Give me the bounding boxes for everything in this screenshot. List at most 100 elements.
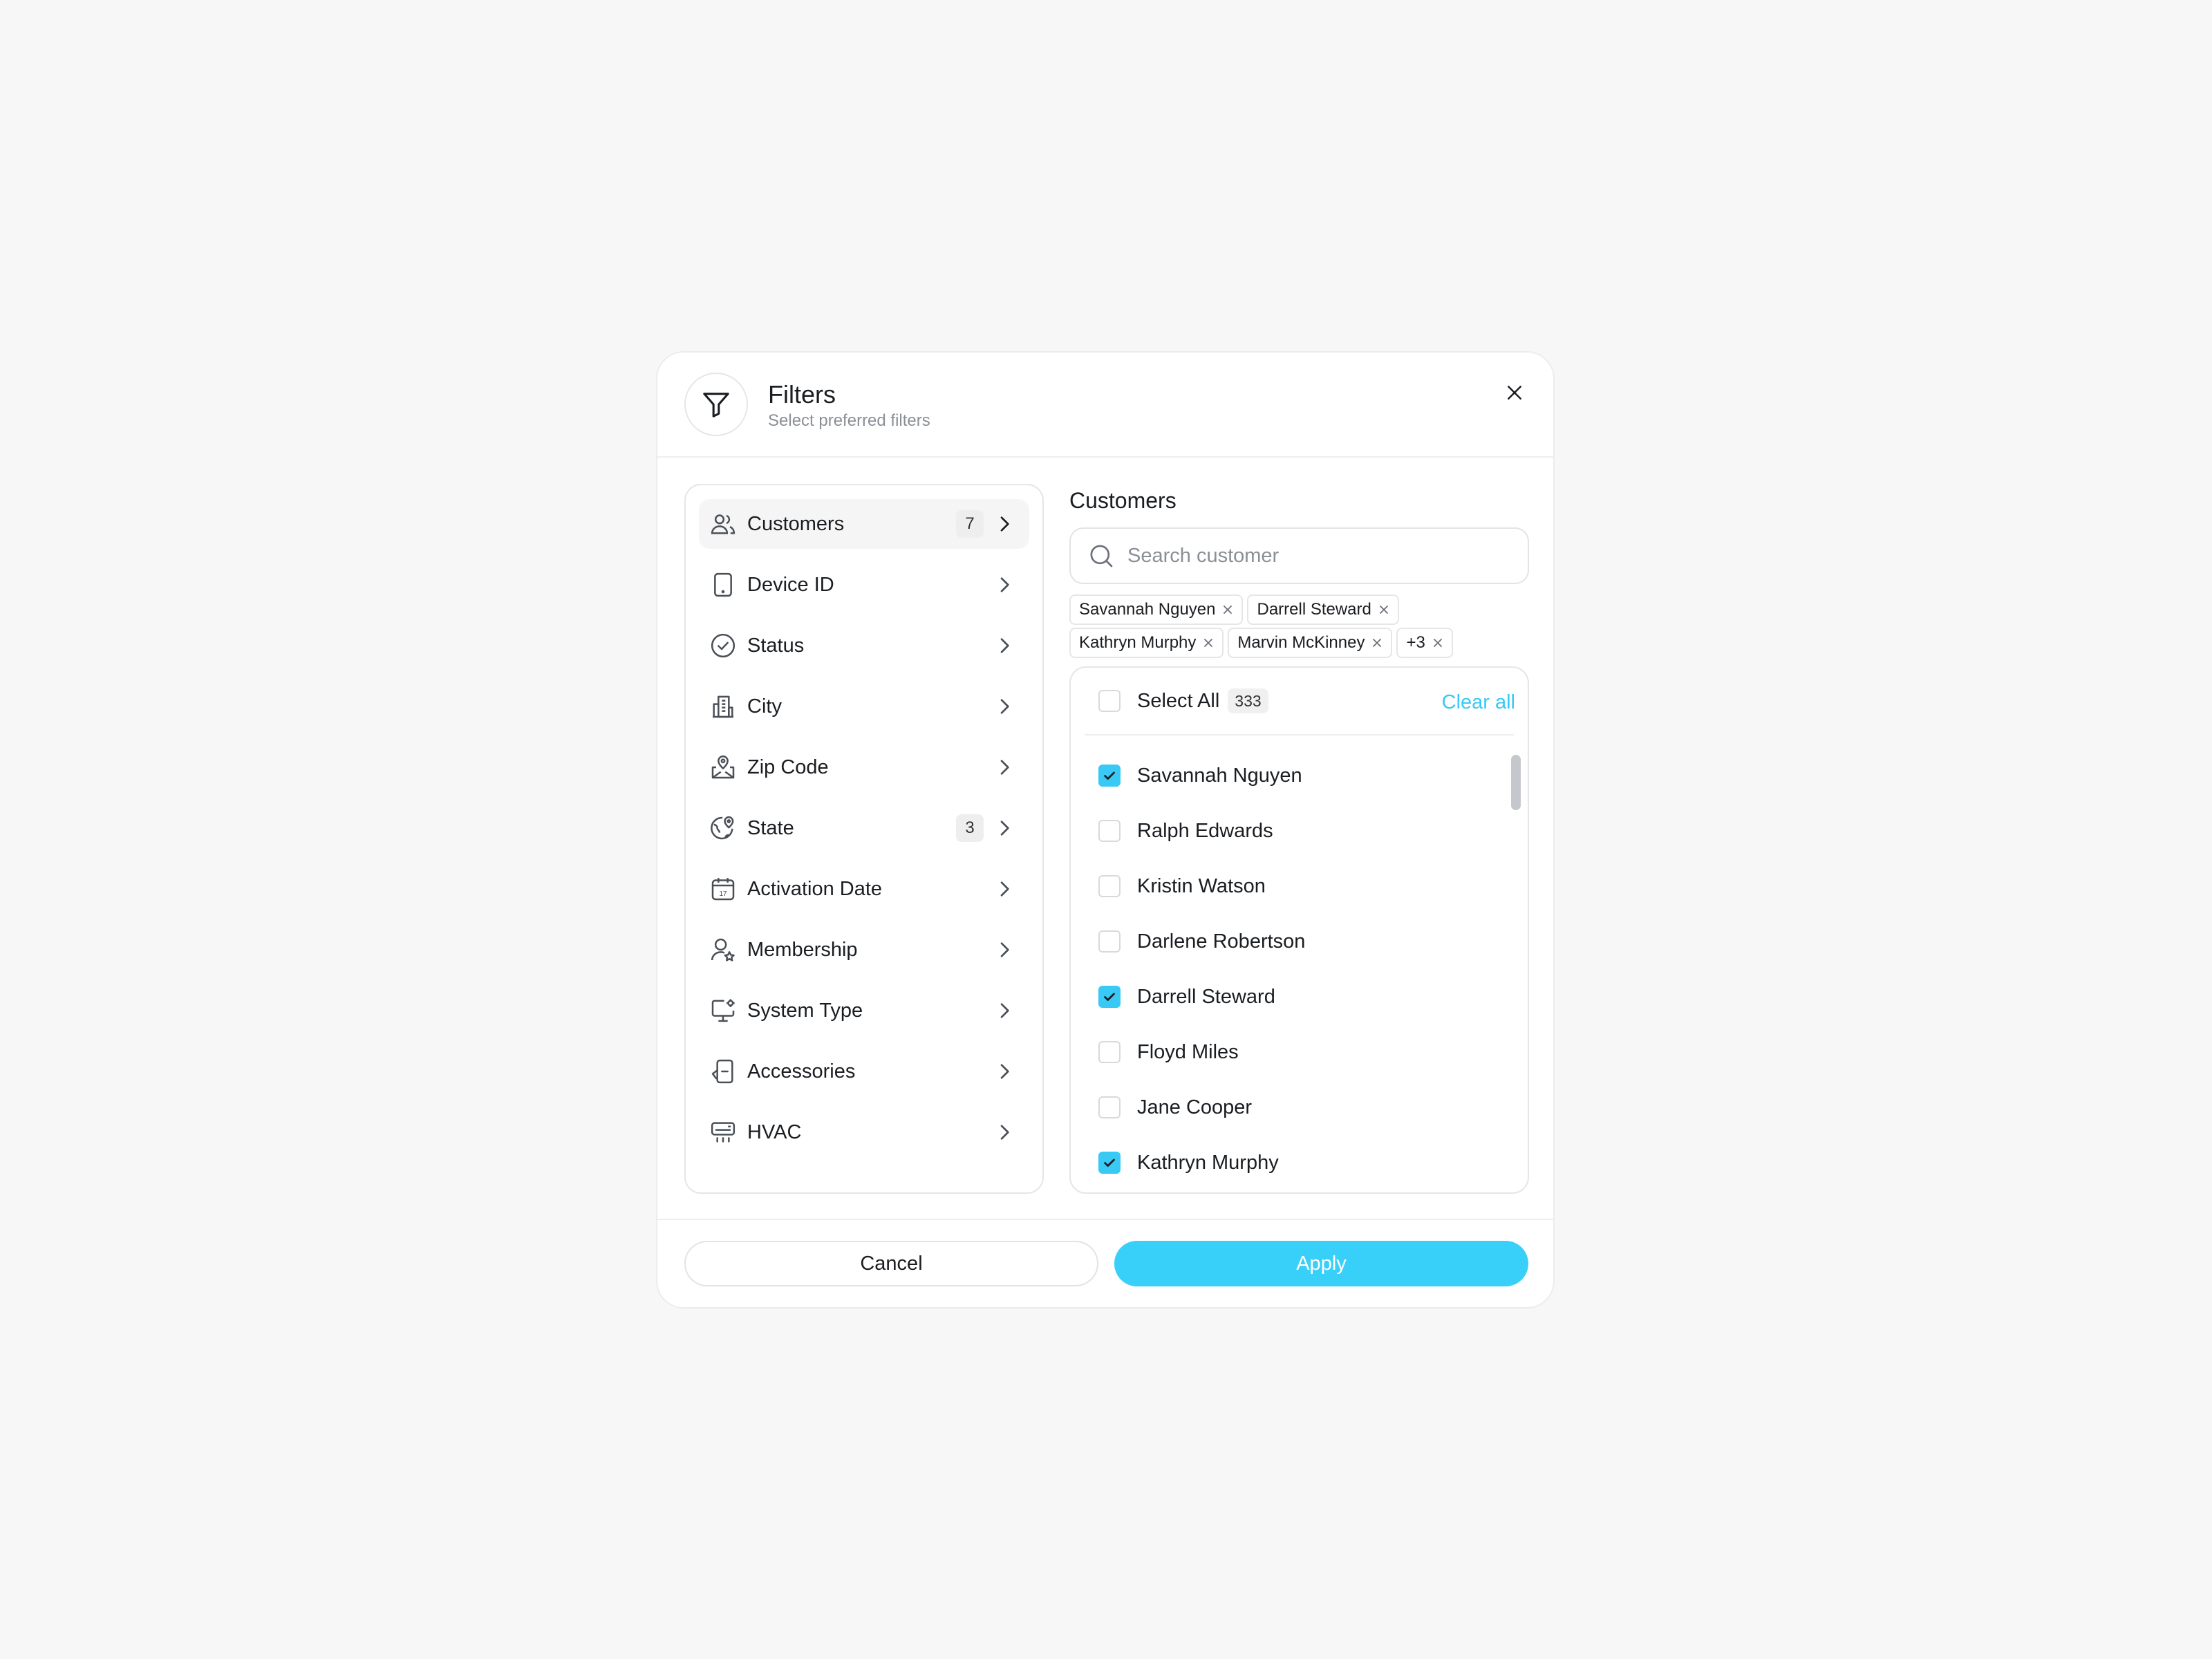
category-city[interactable]: City <box>699 682 1029 731</box>
customer-row[interactable]: Darlene Robertson <box>1085 914 1500 969</box>
more-chip: +3 <box>1396 628 1453 658</box>
customer-row[interactable]: Savannah Nguyen <box>1085 748 1500 803</box>
search-icon <box>1090 545 1113 568</box>
chevron-right-icon <box>1000 699 1009 714</box>
chevron-right-icon <box>1000 577 1009 592</box>
apply-button[interactable]: Apply <box>1114 1241 1528 1286</box>
close-icon <box>1204 639 1213 647</box>
customer-row[interactable]: Kathryn Murphy <box>1085 1135 1500 1190</box>
category-activation-date[interactable]: 17 Activation Date <box>699 864 1029 914</box>
users-icon <box>709 509 738 538</box>
remove-chip-button[interactable] <box>1201 636 1215 650</box>
category-system-type[interactable]: System Type <box>699 986 1029 1035</box>
selected-chip: Savannah Nguyen <box>1069 594 1244 625</box>
customer-row[interactable]: Kristin Watson <box>1085 859 1500 914</box>
globe-pin-icon <box>709 814 738 843</box>
clear-all-link[interactable]: Clear all <box>1442 691 1515 714</box>
category-label: Device ID <box>747 573 834 596</box>
cancel-button[interactable]: Cancel <box>684 1241 1098 1286</box>
chip-row: Savannah Nguyen Darrell Steward <box>1069 594 1539 628</box>
checkmark-icon <box>1104 993 1115 1001</box>
filters-dialog: Filters Select preferred filters Custome… <box>656 351 1555 1309</box>
category-label: Customers <box>747 512 845 535</box>
checkmark-icon <box>1104 771 1115 780</box>
close-icon <box>1373 639 1382 647</box>
close-icon <box>1508 386 1521 400</box>
customer-checkbox[interactable] <box>1098 875 1121 897</box>
category-customers[interactable]: Customers 7 <box>699 499 1029 549</box>
category-zip-code[interactable]: Zip Code <box>699 742 1029 792</box>
category-status[interactable]: Status <box>699 621 1029 671</box>
customer-name: Jane Cooper <box>1137 1096 1253 1118</box>
customer-name: Kristin Watson <box>1137 874 1266 897</box>
close-icon <box>1224 606 1232 614</box>
selected-chip: Darrell Steward <box>1247 594 1399 625</box>
chip-row: Kathryn Murphy Marvin McKinney +3 <box>1069 628 1539 661</box>
category-label: Zip Code <box>747 756 829 778</box>
count-badge: 7 <box>956 510 984 538</box>
customer-name: Savannah Nguyen <box>1137 764 1302 787</box>
search-box <box>1069 527 1529 584</box>
category-membership[interactable]: Membership <box>699 925 1029 975</box>
remove-chip-button[interactable] <box>1431 636 1445 650</box>
chevron-right-icon <box>1000 760 1009 775</box>
category-label: Activation Date <box>747 877 883 900</box>
selected-chips: Savannah Nguyen Darrell Steward Kathryn … <box>1069 594 1539 661</box>
remove-chip-button[interactable] <box>1221 603 1235 617</box>
monitor-gear-icon <box>709 996 738 1025</box>
category-state[interactable]: State 3 <box>699 803 1029 853</box>
chevron-right-icon <box>1000 1003 1009 1018</box>
customer-name: Darlene Robertson <box>1137 930 1306 953</box>
customer-name: Kathryn Murphy <box>1137 1151 1279 1174</box>
customer-name: Floyd Miles <box>1137 1040 1239 1063</box>
chip-label: +3 <box>1406 633 1425 652</box>
category-accessories[interactable]: Accessories <box>699 1047 1029 1096</box>
remove-chip-button[interactable] <box>1370 636 1384 650</box>
customer-checkbox[interactable] <box>1098 930 1121 953</box>
count-badge: 3 <box>956 814 984 842</box>
close-icon <box>1433 639 1442 647</box>
category-hvac[interactable]: HVAC <box>699 1107 1029 1157</box>
category-label: Status <box>747 634 805 657</box>
customer-items: Savannah Nguyen Ralph Edwards Kristin Wats… <box>1085 748 1500 1190</box>
category-label: State <box>747 816 794 839</box>
customer-row[interactable]: Darrell Steward <box>1085 969 1500 1024</box>
close-button[interactable] <box>1499 377 1530 408</box>
selected-chip: Kathryn Murphy <box>1069 628 1224 658</box>
customer-checkbox[interactable] <box>1098 765 1121 787</box>
category-label: Membership <box>747 938 858 961</box>
filter-categories: Customers 7 Device ID Status City Zip Co… <box>684 484 1044 1194</box>
chevron-right-icon <box>1000 1125 1009 1140</box>
customer-checkbox[interactable] <box>1098 1152 1121 1174</box>
chevron-right-icon <box>1000 1064 1009 1079</box>
customer-checkbox[interactable] <box>1098 1041 1121 1063</box>
chevron-right-icon <box>1000 821 1009 836</box>
filter-icon <box>684 373 748 436</box>
buildings-icon <box>709 692 738 721</box>
dialog-footer: Cancel Apply <box>657 1219 1553 1307</box>
customer-checkbox[interactable] <box>1098 1096 1121 1118</box>
dialog-title: Filters <box>768 380 836 409</box>
dialog-subtitle: Select preferred filters <box>768 411 930 430</box>
scrollbar-thumb[interactable] <box>1511 755 1521 810</box>
section-title: Customers <box>1069 488 1177 513</box>
customer-list: Select All 333 Clear all Savannah Nguyen… <box>1069 666 1529 1194</box>
select-all-checkbox[interactable] <box>1098 690 1121 712</box>
customer-checkbox[interactable] <box>1098 820 1121 842</box>
category-label: Accessories <box>747 1060 856 1082</box>
select-all-label: Select All <box>1137 689 1220 712</box>
customer-row[interactable]: Floyd Miles <box>1085 1024 1500 1080</box>
chip-label: Kathryn Murphy <box>1079 633 1197 652</box>
category-device-id[interactable]: Device ID <box>699 560 1029 610</box>
chip-label: Savannah Nguyen <box>1079 600 1216 619</box>
chevron-right-icon <box>1000 638 1009 653</box>
customer-row[interactable]: Ralph Edwards <box>1085 803 1500 859</box>
check-circle-icon <box>709 631 738 660</box>
customer-row[interactable]: Jane Cooper <box>1085 1080 1500 1135</box>
search-input[interactable] <box>1127 544 1501 568</box>
dialog-header: Filters Select preferred filters <box>657 353 1553 458</box>
svg-text:17: 17 <box>719 890 727 898</box>
remove-chip-button[interactable] <box>1377 603 1391 617</box>
customer-checkbox[interactable] <box>1098 986 1121 1008</box>
chevron-right-icon <box>1000 942 1009 957</box>
